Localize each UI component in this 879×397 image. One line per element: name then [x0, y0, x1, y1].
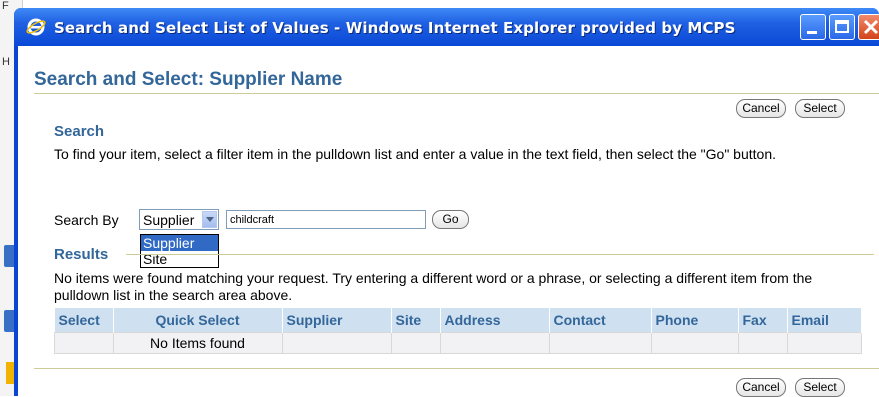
search-by-label: Search By — [54, 212, 119, 228]
column-header-quick-select[interactable]: Quick Select — [113, 308, 283, 333]
chevron-down-icon — [206, 217, 214, 222]
search-text-field[interactable] — [226, 210, 426, 229]
results-header-row: Select Quick Select Supplier Site Addres… — [54, 308, 862, 333]
background-marker: H — [2, 56, 10, 68]
window-titlebar[interactable]: Search and Select List of Values - Windo… — [14, 8, 879, 46]
search-heading: Search — [54, 123, 105, 140]
title-divider — [34, 93, 879, 94]
column-header-supplier[interactable]: Supplier — [282, 308, 392, 333]
column-header-select[interactable]: Select — [54, 308, 114, 333]
close-button[interactable] — [858, 14, 879, 40]
table-row: No Items found — [54, 332, 862, 354]
table-cell — [548, 332, 652, 354]
search-by-selected-value: Supplier — [143, 212, 195, 228]
column-header-fax[interactable]: Fax — [738, 308, 788, 333]
cancel-button-top[interactable]: Cancel — [736, 99, 786, 118]
no-items-found-cell: No Items found — [112, 332, 283, 354]
table-cell — [786, 332, 862, 354]
table-cell — [650, 332, 739, 354]
close-icon — [863, 19, 879, 35]
minimize-button[interactable] — [800, 14, 826, 40]
dialog-content: Search and Select: Supplier Name Cancel … — [18, 46, 879, 397]
internet-explorer-icon — [26, 17, 46, 37]
table-cell — [737, 332, 788, 354]
column-header-address[interactable]: Address — [440, 308, 550, 333]
window-title: Search and Select List of Values - Windo… — [54, 19, 736, 37]
search-instructions: To find your item, select a filter item … — [54, 146, 776, 162]
ie-popup-window: Search and Select List of Values - Windo… — [14, 8, 879, 397]
search-by-select[interactable]: Supplier — [139, 209, 219, 230]
page-title: Search and Select: Supplier Name — [34, 69, 343, 90]
column-header-site[interactable]: Site — [391, 308, 441, 333]
dropdown-arrow[interactable] — [202, 211, 217, 228]
cancel-button-bottom[interactable]: Cancel — [736, 378, 786, 397]
background-marker: F — [2, 0, 9, 12]
go-button[interactable]: Go — [432, 210, 469, 229]
search-by-dropdown-list: Supplier Site — [140, 234, 219, 268]
results-table: Select Quick Select Supplier Site Addres… — [54, 308, 862, 354]
maximize-button[interactable] — [829, 14, 855, 40]
table-cell — [390, 332, 441, 354]
column-header-phone[interactable]: Phone — [651, 308, 739, 333]
results-heading: Results — [54, 246, 109, 263]
results-divider — [126, 254, 874, 255]
select-button-bottom[interactable]: Select — [795, 378, 845, 397]
column-header-email[interactable]: Email — [787, 308, 862, 333]
dropdown-option-supplier[interactable]: Supplier — [141, 235, 218, 251]
table-cell — [54, 332, 114, 354]
table-cell — [281, 332, 392, 354]
select-button-top[interactable]: Select — [795, 99, 845, 118]
bottom-divider — [34, 368, 879, 369]
column-header-contact[interactable]: Contact — [549, 308, 652, 333]
no-results-message: No items were found matching your reques… — [54, 270, 813, 303]
table-cell — [439, 332, 550, 354]
